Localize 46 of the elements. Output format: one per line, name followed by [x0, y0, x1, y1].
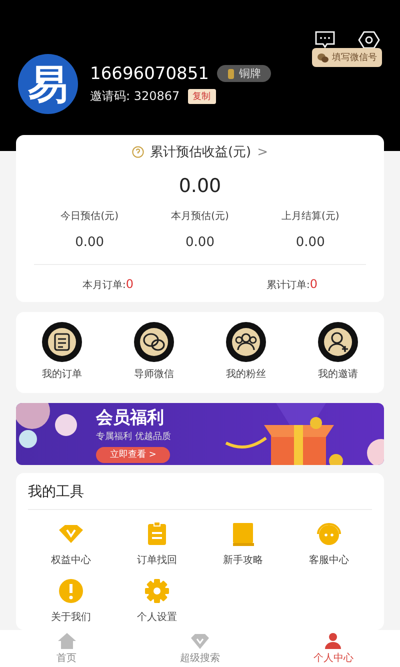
order-count: 累计订单:0	[265, 277, 318, 292]
earnings-title: 累计预估收益(元)	[150, 144, 252, 162]
phone-number: 16696070851	[90, 64, 209, 84]
banner-subtitle: 专属福利 优越品质	[96, 430, 171, 444]
invite-code: 邀请码: 320867	[90, 88, 180, 104]
add-user-icon	[318, 322, 358, 362]
shortcut-label[interactable]: 我的粉丝	[226, 367, 266, 382]
order-count: 本月订单:0	[81, 277, 134, 292]
shortcut-label[interactable]: 我的订单	[42, 367, 82, 382]
chat-bubbles-icon	[134, 322, 174, 362]
nav-tab[interactable]: 个人中心	[266, 630, 400, 667]
exclamation-icon	[57, 577, 85, 606]
stat-label: 今日预估(元)	[60, 210, 120, 224]
nav-tab[interactable]: 超级搜索	[133, 630, 267, 667]
wechat-id-button[interactable]: 填写微信号	[312, 48, 382, 67]
document-icon	[42, 322, 82, 362]
section-title: 我的工具	[28, 473, 372, 510]
stat-label: 本月预估(元)	[170, 210, 230, 224]
chevron-icon[interactable]: >	[257, 144, 268, 160]
tool-label[interactable]: 订单找回	[137, 553, 177, 568]
stat-value: 0.00	[74, 235, 106, 250]
shortcut-label[interactable]: 我的邀请	[318, 367, 358, 382]
banner-title: 会员福利	[96, 408, 164, 430]
gear-icon	[143, 577, 171, 606]
tool-label[interactable]: 权益中心	[51, 553, 91, 568]
stat-value: 0.00	[294, 235, 326, 250]
copy-button[interactable]: 复制	[188, 88, 216, 104]
nav-tab[interactable]: 首页	[0, 630, 134, 667]
tool-label[interactable]: 客服中心	[309, 553, 349, 568]
stat-value: 0.00	[184, 235, 216, 250]
shortcut-label[interactable]: 导师微信	[134, 367, 174, 382]
settings-icon[interactable]	[358, 30, 380, 50]
avatar: 易	[18, 54, 78, 114]
stat-label: 上月结算(元)	[280, 210, 340, 224]
view-now-button[interactable]: 立即查看 >	[96, 447, 170, 464]
people-icon	[226, 322, 266, 362]
message-icon[interactable]	[314, 30, 336, 50]
chat-bubbles-icon	[317, 52, 329, 62]
rank-badge: 铜牌	[216, 65, 271, 82]
promo-banner[interactable]: 会员福利 专属福利 优越品质 立即查看 >	[16, 403, 384, 466]
tool-label[interactable]: 关于我们	[51, 610, 91, 624]
tool-label[interactable]: 新手攻略	[223, 553, 263, 568]
person-icon	[323, 632, 344, 650]
total-earnings: 0.00	[178, 175, 222, 198]
tool-label[interactable]: 个人设置	[137, 610, 177, 624]
home-icon	[56, 632, 77, 650]
